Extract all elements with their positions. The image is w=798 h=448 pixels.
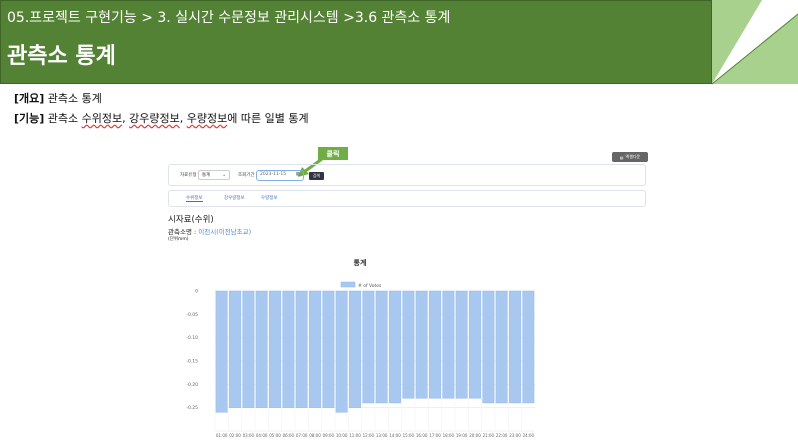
banner-decoration <box>711 0 798 85</box>
search-button[interactable]: 검색 <box>309 172 324 180</box>
y-tick-label: -0.25 <box>186 405 198 411</box>
tab-rainfall[interactable]: 강우량정보 <box>224 195 245 201</box>
feature-word-water-level: 수위정보 <box>81 112 123 125</box>
bar <box>269 290 281 408</box>
bar <box>309 290 321 408</box>
x-tick-label: 22:00 <box>496 433 508 438</box>
calendar-icon: ▦ <box>295 172 300 177</box>
bar <box>229 290 241 408</box>
bar-chart: # of Votes 0 -0.05 -0.10 -0.15 -0.20 -0.25 01:0… <box>186 281 535 438</box>
bar <box>215 290 228 413</box>
x-tick-label: 10:00 <box>336 433 348 438</box>
tab-precip[interactable]: 우량정보 <box>261 195 278 201</box>
date-label: 조회기간 <box>238 173 255 178</box>
x-tick-label: 05:00 <box>269 433 281 438</box>
type-select-value: 통계 <box>202 173 211 178</box>
excel-download-button[interactable]: ▤ 엑셀다운 <box>612 152 648 162</box>
bar <box>402 290 415 399</box>
x-tick-label: 17:00 <box>429 433 441 438</box>
feature-word-precip: 우량정보 <box>186 112 228 125</box>
station-name: 이천시(이천남초교) <box>198 228 252 236</box>
bar <box>295 290 308 408</box>
x-tick-label: 14:00 <box>389 433 401 438</box>
bar <box>282 290 295 408</box>
bar <box>349 290 361 408</box>
x-tick-label: 09:00 <box>323 433 335 438</box>
bar <box>495 290 508 404</box>
type-label: 자료유형 <box>180 173 197 178</box>
x-tick-label: 06:00 <box>283 433 295 438</box>
x-tick-label: 23:00 <box>509 433 521 438</box>
tab-water-level[interactable]: 수위정보 <box>186 195 203 202</box>
date-value: 2023-11-15 <box>260 172 287 177</box>
y-tick-label: -0.20 <box>186 382 198 388</box>
type-select[interactable]: 통계 ⌄ <box>198 170 230 180</box>
feature-tag: [기능] <box>14 112 45 125</box>
bar <box>469 290 481 399</box>
bar <box>375 290 388 404</box>
x-tick-label: 07:00 <box>296 433 308 438</box>
overview-tag: [개요] <box>14 92 45 105</box>
bar <box>389 290 401 404</box>
bar <box>242 290 255 408</box>
bar <box>322 290 335 408</box>
y-tick-label: -0.15 <box>186 359 198 365</box>
feature-text-2: 에 따른 일별 통계 <box>227 112 309 125</box>
x-tick-label: 11:00 <box>349 433 361 438</box>
x-tick-label: 03:00 <box>243 433 255 438</box>
chart-title: 통계 <box>353 259 367 267</box>
x-tick-label: 21:00 <box>483 433 495 438</box>
bar <box>442 290 455 399</box>
bar <box>429 290 441 399</box>
bar <box>335 290 348 413</box>
x-tick-label: 01:00 <box>216 433 228 438</box>
bar <box>522 290 535 404</box>
bar <box>255 290 268 408</box>
x-tick-label: 04:00 <box>256 433 268 438</box>
bar <box>362 290 375 404</box>
x-tick-label: 02:00 <box>229 433 241 438</box>
legend-swatch <box>340 281 356 288</box>
bar <box>415 290 428 399</box>
bar <box>482 290 495 404</box>
x-tick-label: 16:00 <box>416 433 428 438</box>
y-tick-label: -0.05 <box>186 312 198 318</box>
slide-banner: 05.프로젝트 구현기능 > 3. 실시간 수문정보 관리시스템 >3.6 관측… <box>0 0 798 86</box>
x-tick-label: 12:00 <box>363 433 375 438</box>
legend-label: # of Votes <box>358 283 382 289</box>
x-tick-label: 15:00 <box>403 433 415 438</box>
chevron-down-icon: ⌄ <box>222 173 226 178</box>
section-title: 시자료(수위) <box>168 215 214 225</box>
y-tick-label: 0 <box>195 289 198 295</box>
excel-button-label: 엑셀다운 <box>625 154 641 159</box>
y-tick-label: -0.10 <box>186 335 198 341</box>
feature-word-rainfall: 강우량정보 <box>129 112 180 125</box>
x-tick-label: 20:00 <box>469 433 481 438</box>
date-input[interactable]: 2023-11-15 ▦ <box>256 170 304 181</box>
bar <box>455 290 468 399</box>
x-tick-label: 13:00 <box>376 433 388 438</box>
feature-sep-2: , <box>179 112 187 125</box>
station-label: 관측소명 : <box>168 228 199 236</box>
overview-text: 관측소 통계 <box>47 92 102 105</box>
x-tick-label: 19:00 <box>456 433 468 438</box>
overview-line: [개요] 관측소 통계 <box>14 90 102 106</box>
x-tick-label: 18:00 <box>443 433 455 438</box>
excel-icon: ▤ <box>619 154 624 160</box>
feature-text-1: 관측소 <box>47 112 82 125</box>
x-tick-label: 24:00 <box>523 433 535 438</box>
x-tick-label: 08:00 <box>309 433 321 438</box>
station-line: 관측소명 : 이천시(이천남초교) <box>168 226 251 236</box>
unit-label: (단위mm) <box>168 237 189 242</box>
feature-line: [기능] 관측소 수위정보, 강우량정보, 우량정보에 따른 일별 통계 <box>14 110 309 126</box>
bar <box>509 290 521 404</box>
